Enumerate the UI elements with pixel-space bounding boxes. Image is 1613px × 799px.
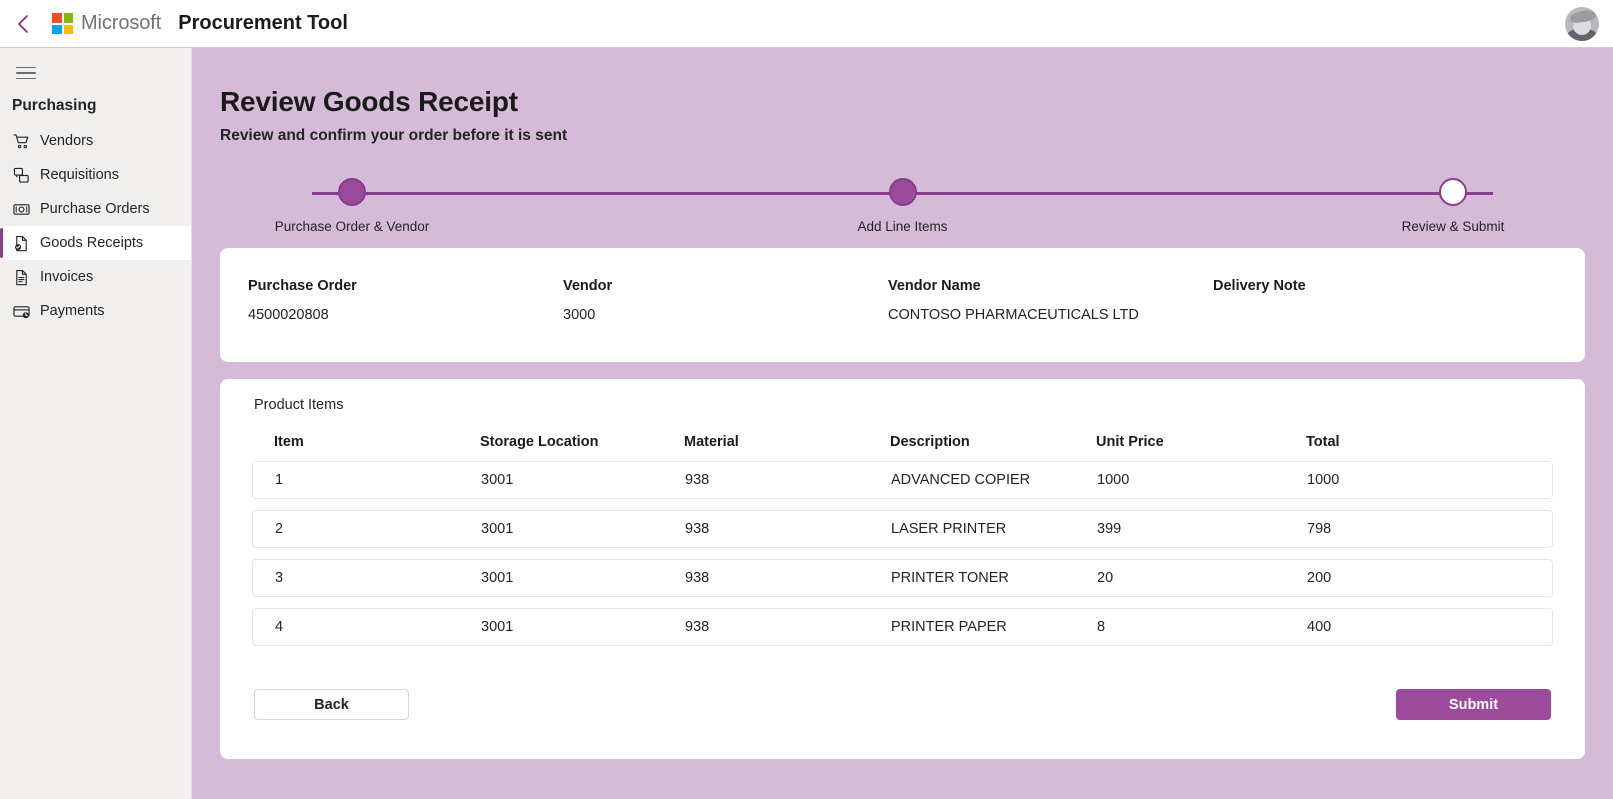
cell-location: 3001 [481, 521, 514, 537]
step-dot-current [1439, 178, 1467, 206]
back-button[interactable] [10, 11, 36, 37]
sidebar-item-label: Goods Receipts [40, 235, 144, 251]
sidebar-group-title: Purchasing [12, 97, 97, 114]
column-header-description: Description [890, 434, 970, 450]
cell-unit-price: 1000 [1097, 472, 1130, 488]
sidebar-item-label: Requisitions [40, 167, 119, 183]
field-value: 3000 [563, 307, 596, 323]
field-value: CONTOSO PHARMACEUTICALS LTD [888, 307, 1139, 323]
action-button-row: Back Submit [252, 689, 1553, 720]
cell-location: 3001 [481, 472, 514, 488]
cell-location: 3001 [481, 619, 514, 635]
cell-description: ADVANCED COPIER [891, 472, 1031, 488]
field-label: Delivery Note [1213, 278, 1306, 294]
product-items-card: Product Items Item Storage Location Mate… [220, 379, 1585, 759]
cell-total: 1000 [1307, 472, 1340, 488]
table-row[interactable]: 1 3001 938 ADVANCED COPIER 1000 1000 [252, 461, 1553, 499]
sidebar: Purchasing Vendors Requisitions Purchase… [0, 48, 192, 799]
stepper-step-add-line-items[interactable]: Add Line Items [803, 178, 1003, 234]
cell-item: 3 [275, 570, 284, 586]
cell-material: 938 [685, 472, 710, 488]
sidebar-item-vendors[interactable]: Vendors [0, 124, 191, 158]
sidebar-item-label: Vendors [40, 133, 94, 149]
sidebar-item-label: Purchase Orders [40, 201, 150, 217]
table-row[interactable]: 3 3001 938 PRINTER TONER 20 200 [252, 559, 1553, 597]
sidebar-item-label: Invoices [40, 269, 94, 285]
cell-total: 200 [1307, 570, 1332, 586]
submit-button[interactable]: Submit [1396, 689, 1551, 720]
column-header-location: Storage Location [480, 434, 599, 450]
step-label: Review & Submit [1401, 219, 1505, 234]
field-vendor: Vendor 3000 [563, 278, 888, 362]
table-header-row: Item Storage Location Material Descripti… [252, 434, 1553, 450]
field-vendor-name: Vendor Name CONTOSO PHARMACEUTICALS LTD [888, 278, 1213, 362]
table-row[interactable]: 2 3001 938 LASER PRINTER 399 798 [252, 510, 1553, 548]
cell-item: 2 [275, 521, 284, 537]
table-row[interactable]: 4 3001 938 PRINTER PAPER 8 400 [252, 608, 1553, 646]
chevron-left-icon [18, 14, 28, 33]
cell-location: 3001 [481, 570, 514, 586]
cell-description: PRINTER TONER [891, 570, 1009, 586]
sidebar-item-payments[interactable]: Payments [0, 294, 191, 328]
field-label: Vendor [563, 278, 613, 294]
cell-unit-price: 399 [1097, 521, 1122, 537]
column-header-total: Total [1306, 434, 1340, 450]
cell-material: 938 [685, 570, 710, 586]
order-summary-card: Purchase Order 4500020808 Vendor 3000 Ve… [220, 248, 1585, 362]
cell-total: 400 [1307, 619, 1332, 635]
page-title: Review Goods Receipt [220, 86, 518, 117]
cell-item: 1 [275, 472, 284, 488]
money-icon [12, 200, 31, 219]
field-delivery-note: Delivery Note [1213, 278, 1306, 362]
invoice-icon [12, 268, 31, 287]
documents-icon [12, 166, 31, 185]
cell-item: 4 [275, 619, 284, 635]
step-label: Purchase Order & Vendor [274, 219, 430, 234]
sidebar-item-goods-receipts[interactable]: Goods Receipts [0, 226, 191, 260]
step-label: Add Line Items [857, 219, 948, 234]
step-dot-complete [888, 178, 917, 206]
stepper-step-purchase-order-vendor[interactable]: Purchase Order & Vendor [252, 178, 452, 234]
cell-total: 798 [1307, 521, 1332, 537]
cell-unit-price: 20 [1097, 570, 1114, 586]
cell-description: LASER PRINTER [891, 521, 1007, 537]
sidebar-item-invoices[interactable]: Invoices [0, 260, 191, 294]
column-header-material: Material [684, 434, 739, 450]
column-header-item: Item [274, 434, 304, 450]
app-title: Procurement Tool [178, 12, 348, 34]
field-label: Purchase Order [248, 278, 357, 294]
sidebar-item-requisitions[interactable]: Requisitions [0, 158, 191, 192]
payment-card-icon [12, 302, 31, 321]
step-dot-complete [338, 178, 366, 206]
field-label: Vendor Name [888, 278, 981, 294]
cell-material: 938 [685, 521, 710, 537]
field-purchase-order: Purchase Order 4500020808 [248, 278, 563, 362]
stepper-step-review-submit[interactable]: Review & Submit [1353, 178, 1553, 234]
cell-material: 938 [685, 619, 710, 635]
progress-stepper: Purchase Order & Vendor Add Line Items R… [252, 178, 1553, 248]
cell-unit-price: 8 [1097, 619, 1106, 635]
microsoft-logo-icon [52, 13, 73, 34]
sidebar-item-label: Payments [40, 303, 105, 319]
page-subtitle: Review and confirm your order before it … [220, 127, 568, 144]
product-items-title: Product Items [254, 397, 344, 413]
avatar-hat [1569, 8, 1597, 24]
column-header-unit-price: Unit Price [1096, 434, 1164, 450]
hamburger-menu-icon[interactable] [9, 58, 43, 88]
brand-name: Microsoft [81, 12, 162, 34]
avatar[interactable] [1565, 6, 1599, 41]
back-button[interactable]: Back [254, 689, 409, 720]
field-value: 4500020808 [248, 307, 329, 323]
main-content: Review Goods Receipt Review and confirm … [192, 48, 1613, 799]
cell-description: PRINTER PAPER [891, 619, 1007, 635]
sidebar-item-purchase-orders[interactable]: Purchase Orders [0, 192, 191, 226]
top-bar: Microsoft Procurement Tool [0, 0, 1613, 48]
document-check-icon [12, 234, 31, 253]
shopping-cart-icon [12, 132, 31, 151]
